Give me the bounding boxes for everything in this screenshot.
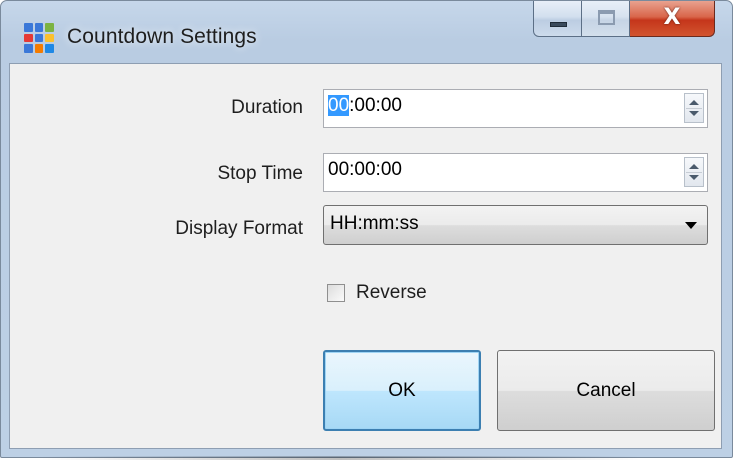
app-icon-tile [45, 33, 54, 43]
app-icon-tile [45, 44, 54, 53]
spin-up-icon[interactable] [689, 164, 699, 169]
duration-selected-segment: 00 [328, 95, 350, 116]
spinner-divider [686, 108, 702, 109]
duration-value: 00:00:00 [328, 95, 402, 117]
reverse-checkbox[interactable] [327, 284, 345, 302]
ok-button[interactable]: OK [323, 350, 481, 431]
display-format-label: Display Format [175, 218, 303, 239]
maximize-button[interactable] [582, 1, 630, 37]
spin-down-icon[interactable] [689, 111, 699, 116]
duration-input[interactable]: 00:00:00 [323, 89, 708, 128]
minimize-button[interactable] [533, 1, 582, 37]
display-format-select[interactable]: HH:mm:ss [323, 205, 708, 245]
stop-time-value: 00:00:00 [328, 159, 402, 180]
cancel-button[interactable]: Cancel [497, 350, 715, 431]
spin-down-icon[interactable] [689, 175, 699, 180]
minimize-icon [550, 22, 567, 27]
chevron-down-icon [685, 222, 697, 229]
duration-label: Duration [231, 97, 303, 118]
maximize-icon [598, 10, 615, 25]
window-title: Countdown Settings [67, 25, 257, 48]
close-button[interactable]: X [630, 1, 715, 37]
close-icon: X [663, 5, 681, 30]
app-icon-tile [45, 23, 54, 32]
duration-value-rest: :00:00 [349, 95, 402, 116]
app-icon-tile [24, 44, 33, 53]
window-shadow [40, 456, 640, 460]
display-format-value: HH:mm:ss [330, 213, 419, 234]
stop-time-input[interactable]: 00:00:00 [323, 153, 708, 192]
stop-time-label: Stop Time [217, 163, 303, 184]
title-bar[interactable]: Countdown Settings X [1, 1, 732, 63]
countdown-settings-window: Countdown Settings X Duration 00:00:00 S… [0, 0, 733, 458]
app-icon-tile [24, 23, 33, 32]
dialog-body: Duration 00:00:00 Stop Time 00:00:00 Dis… [9, 63, 722, 449]
app-icon-tile [24, 33, 33, 43]
spinner-divider [686, 172, 702, 173]
app-icon-tile [34, 33, 44, 43]
caption-buttons: X [533, 1, 715, 41]
stop-time-spinner[interactable] [684, 157, 704, 187]
app-icon-tile [34, 23, 44, 32]
app-icon-tile [34, 44, 44, 53]
spin-up-icon[interactable] [689, 100, 699, 105]
duration-spinner[interactable] [684, 93, 704, 123]
reverse-label[interactable]: Reverse [356, 282, 427, 304]
app-grid-icon[interactable] [24, 23, 54, 53]
